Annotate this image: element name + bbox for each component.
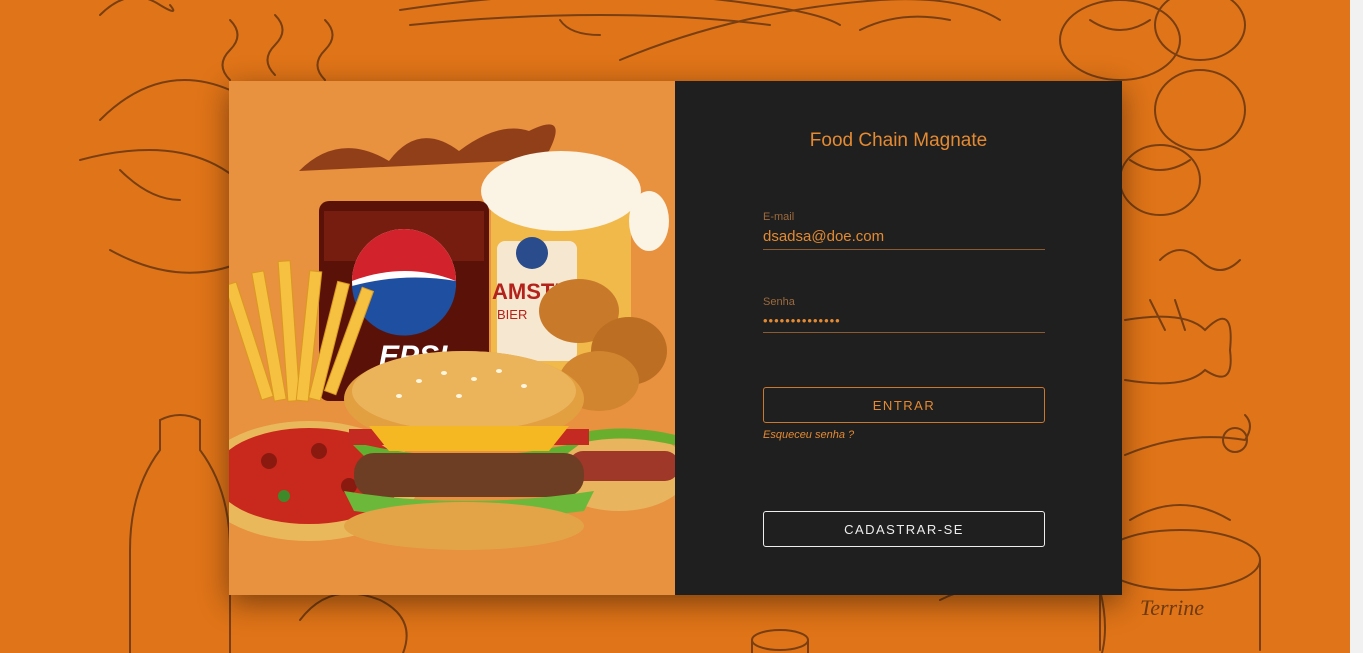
login-button[interactable]: ENTRAR	[763, 387, 1045, 423]
page-scrollbar[interactable]	[1350, 0, 1363, 653]
password-label: Senha	[763, 296, 795, 308]
password-input[interactable]	[763, 313, 1045, 333]
email-input[interactable]	[763, 228, 1045, 250]
register-button[interactable]: CADASTRAR-SE	[763, 511, 1045, 547]
email-label: E-mail	[763, 211, 795, 223]
login-card: AMSTE BIER EPSI	[229, 81, 1122, 595]
pepsi-logo	[352, 229, 457, 336]
app-title: Food Chain Magnate	[809, 130, 988, 151]
email-field-group: E-mail	[763, 211, 1045, 250]
beer-sub-text: BIER	[497, 307, 527, 322]
forgot-password-link[interactable]: Esqueceu senha ?	[763, 429, 854, 441]
food-image-panel: AMSTE BIER EPSI	[229, 81, 675, 595]
terrine-label: Terrine	[1140, 595, 1204, 620]
food-illustration: AMSTE BIER EPSI	[229, 124, 675, 550]
password-field-group: Senha	[763, 296, 1045, 333]
login-panel: Food Chain Magnate E-mail Senha ENTRAR E…	[675, 81, 1122, 595]
